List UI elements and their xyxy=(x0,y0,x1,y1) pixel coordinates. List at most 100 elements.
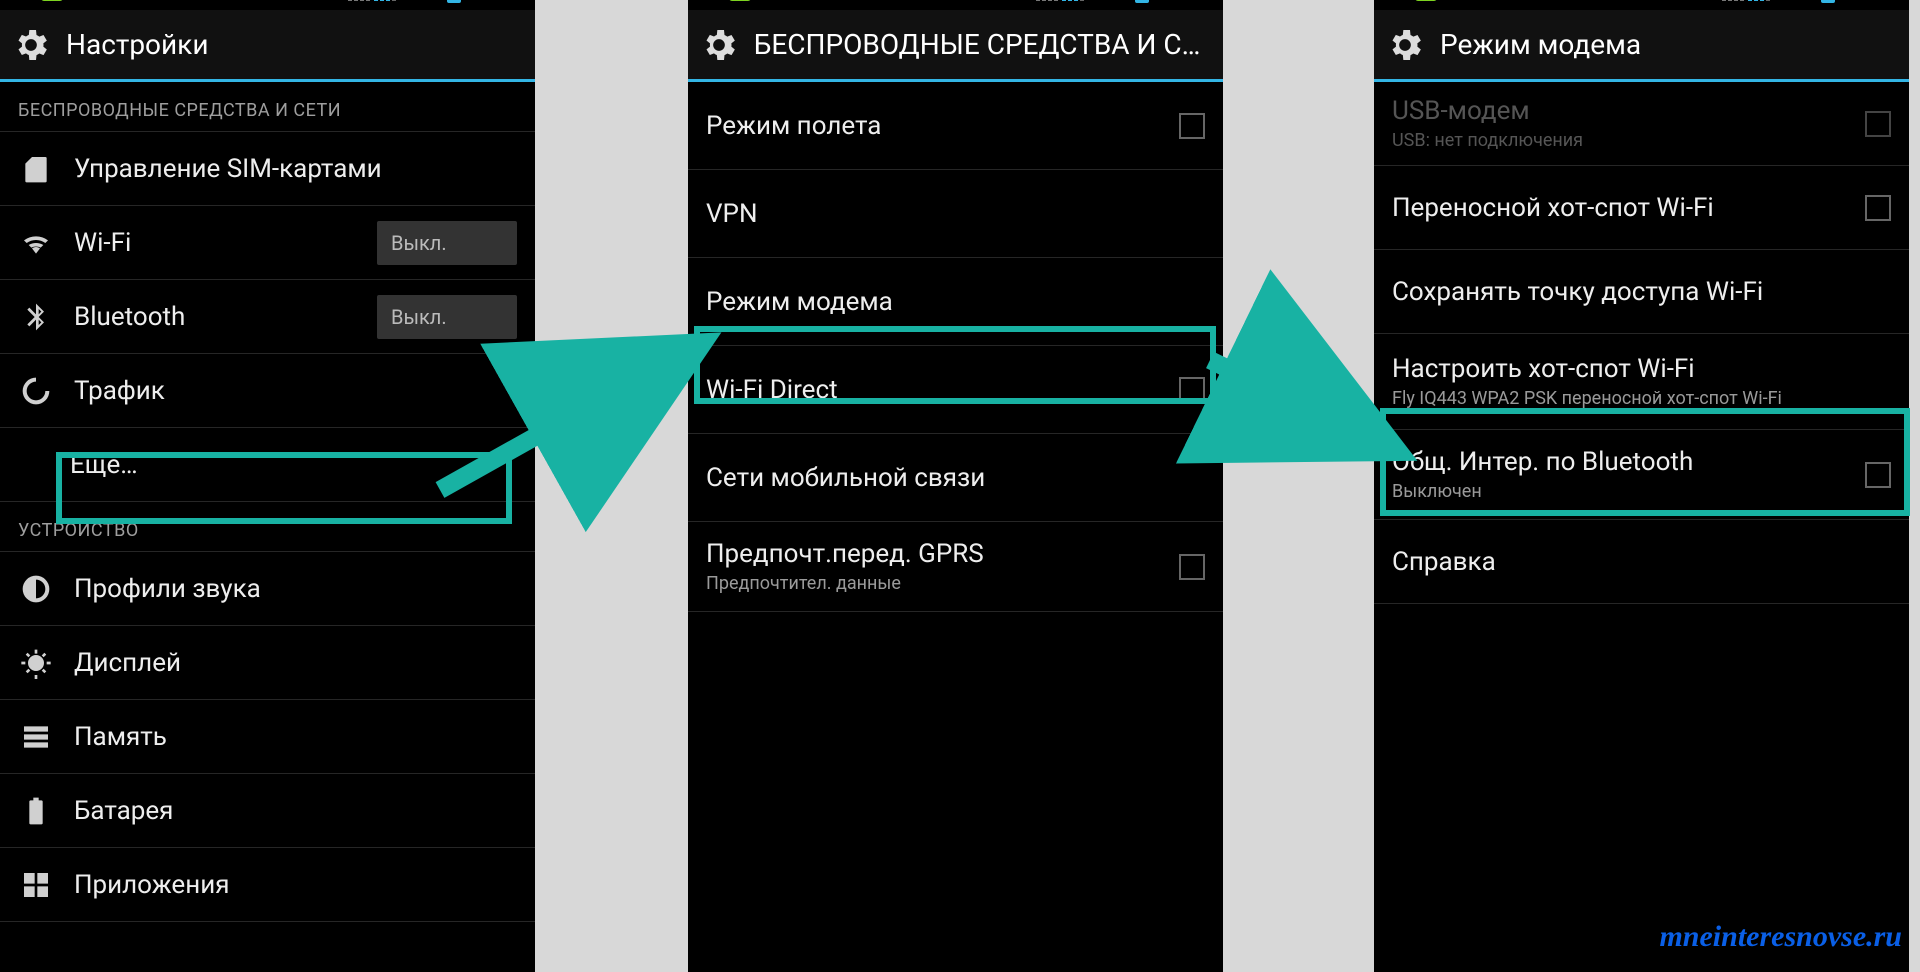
battery-percent: 97% xyxy=(400,0,441,3)
apps-icon xyxy=(18,869,54,901)
row-wifi-direct[interactable]: Wi-Fi Direct xyxy=(688,346,1223,434)
phone-screenshot-3: 11° 97 97% 21:32 Режим модема USB-модем … xyxy=(1374,0,1909,972)
row-label: Управление SIM-картами xyxy=(74,154,382,184)
hotspot-checkbox[interactable] xyxy=(1865,195,1891,221)
settings-icon xyxy=(698,24,740,66)
screen-title: Настройки xyxy=(66,28,208,61)
watermark: mneinteresnovse.ru xyxy=(1659,920,1902,954)
row-bluetooth-tethering[interactable]: Общ. Интер. по Bluetooth Выключен xyxy=(1374,430,1909,520)
status-clock: 21:32 xyxy=(469,0,529,4)
status-badge: 97 xyxy=(1415,0,1437,1)
row-help[interactable]: Справка xyxy=(1374,520,1909,604)
sim-icon xyxy=(18,153,54,185)
row-label: Трафик xyxy=(74,376,165,406)
battery-menu-icon xyxy=(18,795,54,827)
status-bar: 11° 97 97% 21:32 xyxy=(688,0,1223,10)
row-label: Профили звука xyxy=(74,574,261,604)
wifidirect-checkbox[interactable] xyxy=(1179,377,1205,403)
section-device: УСТРОЙСТВО xyxy=(0,502,535,552)
section-wireless: БЕСПРОВОДНЫЕ СРЕДСТВА И СЕТИ xyxy=(0,82,535,132)
row-label: Еще… xyxy=(70,450,138,480)
bluetooth-icon xyxy=(18,301,54,333)
row-tethering[interactable]: Режим модема xyxy=(688,258,1223,346)
row-sublabel: Fly IQ443 WPA2 PSK переносной хот-спот W… xyxy=(1392,388,1891,409)
status-bar: 11° 97 97% 21:32 xyxy=(1374,0,1909,10)
row-label: Режим модема xyxy=(706,287,893,317)
status-clock: 21:32 xyxy=(1843,0,1903,4)
screen-header: Настройки xyxy=(0,10,535,82)
status-temp: 11° xyxy=(8,0,35,1)
bt-tether-checkbox[interactable] xyxy=(1865,462,1891,488)
screen-header: БЕСПРОВОДНЫЕ СРЕДСТВА И СЕ… xyxy=(688,10,1223,82)
row-wifi[interactable]: Wi-Fi Выкл. xyxy=(0,206,535,280)
row-label: Память xyxy=(74,722,167,752)
storage-icon xyxy=(18,721,54,753)
status-badge: 97 xyxy=(41,0,63,1)
row-portable-hotspot[interactable]: Переносной хот-спот Wi-Fi xyxy=(1374,166,1909,250)
signal-sim2-icon xyxy=(1748,0,1770,1)
row-sublabel: Предпочтител. данные xyxy=(706,573,1159,594)
row-label: Wi-Fi Direct xyxy=(706,375,838,405)
row-configure-hotspot[interactable]: Настроить хот-спот Wi-Fi Fly IQ443 WPA2 … xyxy=(1374,334,1909,430)
settings-icon xyxy=(10,24,52,66)
signal-sim1-icon xyxy=(348,0,370,1)
row-sound-profiles[interactable]: Профили звука xyxy=(0,552,535,626)
row-sublabel: USB: нет подключения xyxy=(1392,130,1845,151)
wifi-icon xyxy=(18,227,54,259)
signal-sim1-icon xyxy=(1036,0,1058,1)
usb-checkbox xyxy=(1865,111,1891,137)
signal-sim1-icon xyxy=(1722,0,1744,1)
status-temp: 11° xyxy=(696,0,723,1)
row-memory[interactable]: Память xyxy=(0,700,535,774)
row-label: Переносной хот-спот Wi-Fi xyxy=(1392,193,1714,223)
row-label: Wi-Fi xyxy=(74,228,131,258)
wifi-toggle[interactable]: Выкл. xyxy=(377,221,517,265)
row-sim-management[interactable]: Управление SIM-картами xyxy=(0,132,535,206)
row-battery[interactable]: Батарея xyxy=(0,774,535,848)
row-label: Предпочт.перед. GPRS xyxy=(706,539,1159,569)
screen-title: Режим модема xyxy=(1440,28,1641,61)
airplane-checkbox[interactable] xyxy=(1179,113,1205,139)
row-label: Режим полета xyxy=(706,111,881,141)
gprs-checkbox[interactable] xyxy=(1179,554,1205,580)
row-label: Настроить хот-спот Wi-Fi xyxy=(1392,354,1891,384)
status-badge: 97 xyxy=(729,0,751,1)
phone-screenshot-1: 11° 97 97% 21:32 Настройки БЕСПРОВОДНЫЕ … xyxy=(0,0,535,972)
row-keep-ap[interactable]: Сохранять точку доступа Wi-Fi xyxy=(1374,250,1909,334)
signal-sim2-icon xyxy=(374,0,396,1)
status-bar: 11° 97 97% 21:32 xyxy=(0,0,535,10)
row-sublabel: Выключен xyxy=(1392,481,1845,502)
row-label: Приложения xyxy=(74,870,229,900)
battery-icon xyxy=(1135,0,1149,3)
row-label: Справка xyxy=(1392,547,1496,577)
row-vpn[interactable]: VPN xyxy=(688,170,1223,258)
row-display[interactable]: Дисплей xyxy=(0,626,535,700)
settings-icon xyxy=(1384,24,1426,66)
bluetooth-toggle[interactable]: Выкл. xyxy=(377,295,517,339)
row-usb-tethering: USB-модем USB: нет подключения xyxy=(1374,82,1909,166)
row-label: Дисплей xyxy=(74,648,181,678)
row-label: USB-модем xyxy=(1392,96,1845,126)
row-label: VPN xyxy=(706,199,758,229)
row-apps[interactable]: Приложения xyxy=(0,848,535,922)
row-mobile-networks[interactable]: Сети мобильной связи xyxy=(688,434,1223,522)
battery-icon xyxy=(447,0,461,3)
row-gprs-pref[interactable]: Предпочт.перед. GPRS Предпочтител. данны… xyxy=(688,522,1223,612)
sound-icon xyxy=(18,573,54,605)
row-label: Батарея xyxy=(74,796,173,826)
phone-screenshot-2: 11° 97 97% 21:32 БЕСПРОВОДНЫЕ СРЕДСТВА И… xyxy=(688,0,1223,972)
row-bluetooth[interactable]: Bluetooth Выкл. xyxy=(0,280,535,354)
signal-sim2-icon xyxy=(1062,0,1084,1)
row-label: Bluetooth xyxy=(74,302,185,332)
row-airplane-mode[interactable]: Режим полета xyxy=(688,82,1223,170)
row-label: Сохранять точку доступа Wi-Fi xyxy=(1392,277,1763,307)
row-label: Сети мобильной связи xyxy=(706,463,985,493)
data-usage-icon xyxy=(18,375,54,407)
row-traffic[interactable]: Трафик xyxy=(0,354,535,428)
screen-title: БЕСПРОВОДНЫЕ СРЕДСТВА И СЕ… xyxy=(754,28,1213,61)
status-temp: 11° xyxy=(1382,0,1409,1)
row-more[interactable]: Еще… xyxy=(0,428,535,502)
battery-icon xyxy=(1821,0,1835,3)
row-label: Общ. Интер. по Bluetooth xyxy=(1392,447,1845,477)
status-clock: 21:32 xyxy=(1157,0,1217,4)
